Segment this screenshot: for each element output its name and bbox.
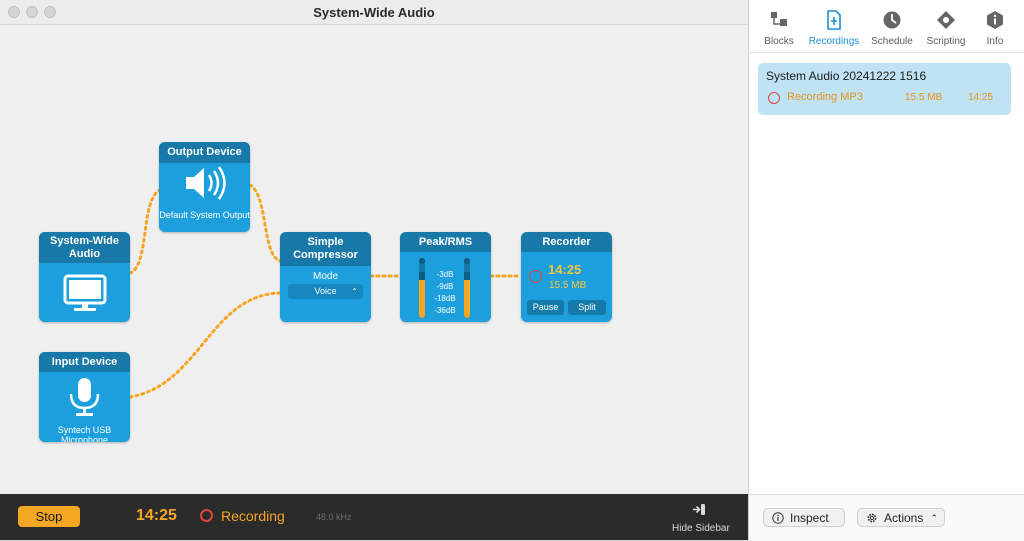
scripting-icon bbox=[937, 11, 955, 29]
clock-icon bbox=[883, 11, 901, 29]
recorder-time: 14:25 bbox=[548, 262, 582, 277]
status-bar: Stop 14:25 Recording 48.0 kHz Hide Sideb… bbox=[0, 494, 748, 540]
pause-button[interactable]: Pause bbox=[527, 300, 564, 315]
mode-select[interactable]: Voice ⌃ bbox=[288, 284, 363, 299]
block-title: Peak/RMS bbox=[400, 232, 491, 252]
split-button[interactable]: Split bbox=[568, 300, 606, 315]
wire-output-to-compressor bbox=[248, 183, 282, 263]
recording-duration: 14:25 bbox=[968, 92, 994, 103]
tab-label: Schedule bbox=[871, 36, 913, 47]
tab-recordings[interactable]: Recordings bbox=[806, 10, 862, 47]
recording-name: System Audio 20241222 1516 bbox=[766, 69, 927, 83]
scale-label: -18dB bbox=[434, 294, 456, 303]
wire-system-to-output bbox=[128, 188, 162, 275]
input-device-name: Syntech USB Microphone bbox=[57, 425, 112, 442]
meter-scale: -3dB -9dB -18dB -36dB bbox=[428, 269, 462, 317]
tab-schedule[interactable]: Schedule bbox=[864, 10, 920, 47]
right-level-meter bbox=[464, 258, 470, 318]
input-device-block[interactable]: Input Device Syntech USB Microphone bbox=[39, 352, 130, 442]
inspect-label: Inspect bbox=[790, 511, 829, 525]
record-indicator-icon bbox=[529, 270, 542, 283]
info-circle-icon bbox=[772, 512, 784, 524]
tab-info[interactable]: Info bbox=[967, 10, 1023, 47]
sidebar: Blocks Recordings Schedule Scripting Inf… bbox=[748, 0, 1024, 541]
gear-icon bbox=[867, 513, 877, 523]
scale-label: -9dB bbox=[436, 282, 454, 291]
info-icon bbox=[987, 11, 1003, 29]
hide-sidebar-icon[interactable] bbox=[692, 503, 706, 516]
record-indicator-icon bbox=[768, 92, 780, 104]
stop-button[interactable]: Stop bbox=[18, 506, 80, 527]
tab-blocks[interactable]: Blocks bbox=[751, 10, 807, 47]
microphone-icon bbox=[69, 378, 100, 416]
blocks-icon bbox=[771, 12, 787, 26]
recording-status: Recording MP3 bbox=[787, 91, 863, 103]
recorder-block[interactable]: Recorder 14:25 15.5 MB Pause Split bbox=[521, 232, 612, 322]
sidebar-tabs: Blocks Recordings Schedule Scripting Inf… bbox=[749, 0, 1024, 53]
scale-label: -3dB bbox=[436, 270, 454, 279]
chevron-updown-icon: ⌃ bbox=[930, 513, 938, 523]
block-title: Recorder bbox=[521, 232, 612, 252]
output-device-name: Default System Output bbox=[159, 210, 250, 220]
wire-input-to-compressor bbox=[128, 291, 282, 399]
window-title: System-Wide Audio bbox=[313, 5, 435, 20]
title-bar: System-Wide Audio bbox=[0, 0, 748, 25]
recordings-icon bbox=[827, 10, 841, 30]
system-audio-block[interactable]: System-Wide Audio bbox=[39, 232, 130, 322]
record-status-icon bbox=[200, 509, 213, 522]
recording-size: 15.5 MB bbox=[905, 92, 943, 103]
recording-status: Recording bbox=[221, 508, 285, 524]
elapsed-time: 14:25 bbox=[136, 507, 177, 524]
mode-select-value: Voice bbox=[314, 286, 337, 296]
actions-menu-button[interactable]: Actions ⌃ bbox=[857, 508, 945, 527]
actions-label: Actions bbox=[884, 511, 924, 525]
tab-label: Recordings bbox=[808, 36, 860, 47]
app-window: System-Wide Audio System-Wide Audio Outp… bbox=[0, 0, 1024, 541]
mode-label: Mode bbox=[312, 271, 338, 282]
speaker-icon bbox=[186, 166, 226, 200]
monitor-icon bbox=[63, 274, 107, 311]
block-title: Simple Compressor bbox=[280, 232, 371, 266]
sidebar-footer: Inspect Actions ⌃ bbox=[749, 494, 1024, 541]
recorder-size: 15.5 MB bbox=[549, 280, 587, 291]
scale-label: -36dB bbox=[434, 306, 456, 315]
block-title: Output Device bbox=[159, 142, 250, 163]
inspect-button[interactable]: Inspect bbox=[763, 508, 845, 527]
left-level-meter bbox=[419, 258, 425, 318]
select-chevron-icon: ⌃ bbox=[351, 287, 358, 296]
sample-rate: 48.0 kHz bbox=[316, 512, 352, 522]
tab-label: Blocks bbox=[764, 36, 794, 47]
recording-list-item[interactable]: System Audio 20241222 1516 Recording MP3… bbox=[758, 63, 1011, 115]
hide-sidebar-button[interactable]: Hide Sidebar bbox=[672, 523, 730, 534]
compressor-block[interactable]: Simple Compressor Mode Voice ⌃ bbox=[280, 232, 371, 322]
block-title: Input Device bbox=[39, 352, 130, 372]
tab-label: Info bbox=[986, 36, 1004, 47]
tab-scripting[interactable]: Scripting bbox=[918, 10, 974, 47]
peak-rms-block[interactable]: Peak/RMS -3dB -9dB -18dB -36dB bbox=[400, 232, 491, 322]
block-title: System-Wide Audio bbox=[39, 232, 130, 263]
block-canvas[interactable]: System-Wide Audio Output Device Default … bbox=[0, 25, 748, 494]
output-device-block[interactable]: Output Device Default System Output bbox=[159, 142, 250, 232]
tab-label: Scripting bbox=[926, 36, 966, 47]
